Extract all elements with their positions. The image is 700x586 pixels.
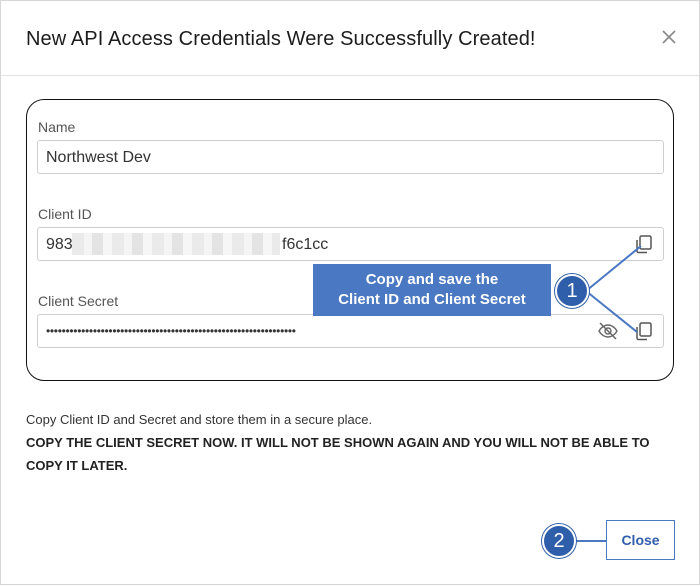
notice-text: Copy Client ID and Secret and store them… — [26, 408, 666, 477]
name-value: Northwest Dev — [46, 149, 151, 166]
client-secret-value: ••••••••••••••••••••••••••••••••••••••••… — [46, 324, 296, 338]
callout-line-1: Copy and save the — [365, 271, 499, 288]
name-field[interactable]: Northwest Dev — [37, 140, 664, 174]
close-button[interactable]: Close — [606, 520, 675, 560]
client-id-prefix: 983 — [46, 236, 73, 253]
eye-off-icon[interactable] — [597, 320, 619, 342]
callout-line-2: Client ID and Client Secret — [338, 291, 526, 308]
client-id-label: Client ID — [38, 206, 92, 222]
copy-icon[interactable] — [633, 233, 655, 255]
client-id-field[interactable]: 983 f6c1cc — [37, 227, 664, 261]
name-label: Name — [38, 119, 76, 135]
credentials-dialog: New API Access Credentials Were Successf… — [0, 0, 700, 585]
client-id-suffix: f6c1cc — [282, 236, 329, 253]
step-2-badge: 2 — [542, 524, 576, 558]
redacted-mask — [72, 233, 280, 255]
step-1-badge: 1 — [555, 274, 589, 308]
client-secret-label: Client Secret — [38, 293, 119, 309]
close-icon[interactable] — [659, 27, 679, 47]
dialog-title: New API Access Credentials Were Successf… — [26, 28, 536, 50]
credentials-card: Name Northwest Dev Client ID 983 f6c1cc … — [26, 99, 674, 381]
notice-warning: COPY THE CLIENT SECRET NOW. IT WILL NOT … — [26, 435, 650, 473]
callout-box: Copy and save the Client ID and Client S… — [313, 264, 551, 316]
copy-icon[interactable] — [633, 320, 655, 342]
dialog-header: New API Access Credentials Were Successf… — [1, 1, 699, 76]
client-secret-field[interactable]: ••••••••••••••••••••••••••••••••••••••••… — [37, 314, 664, 348]
notice-line-1: Copy Client ID and Secret and store them… — [26, 412, 373, 427]
